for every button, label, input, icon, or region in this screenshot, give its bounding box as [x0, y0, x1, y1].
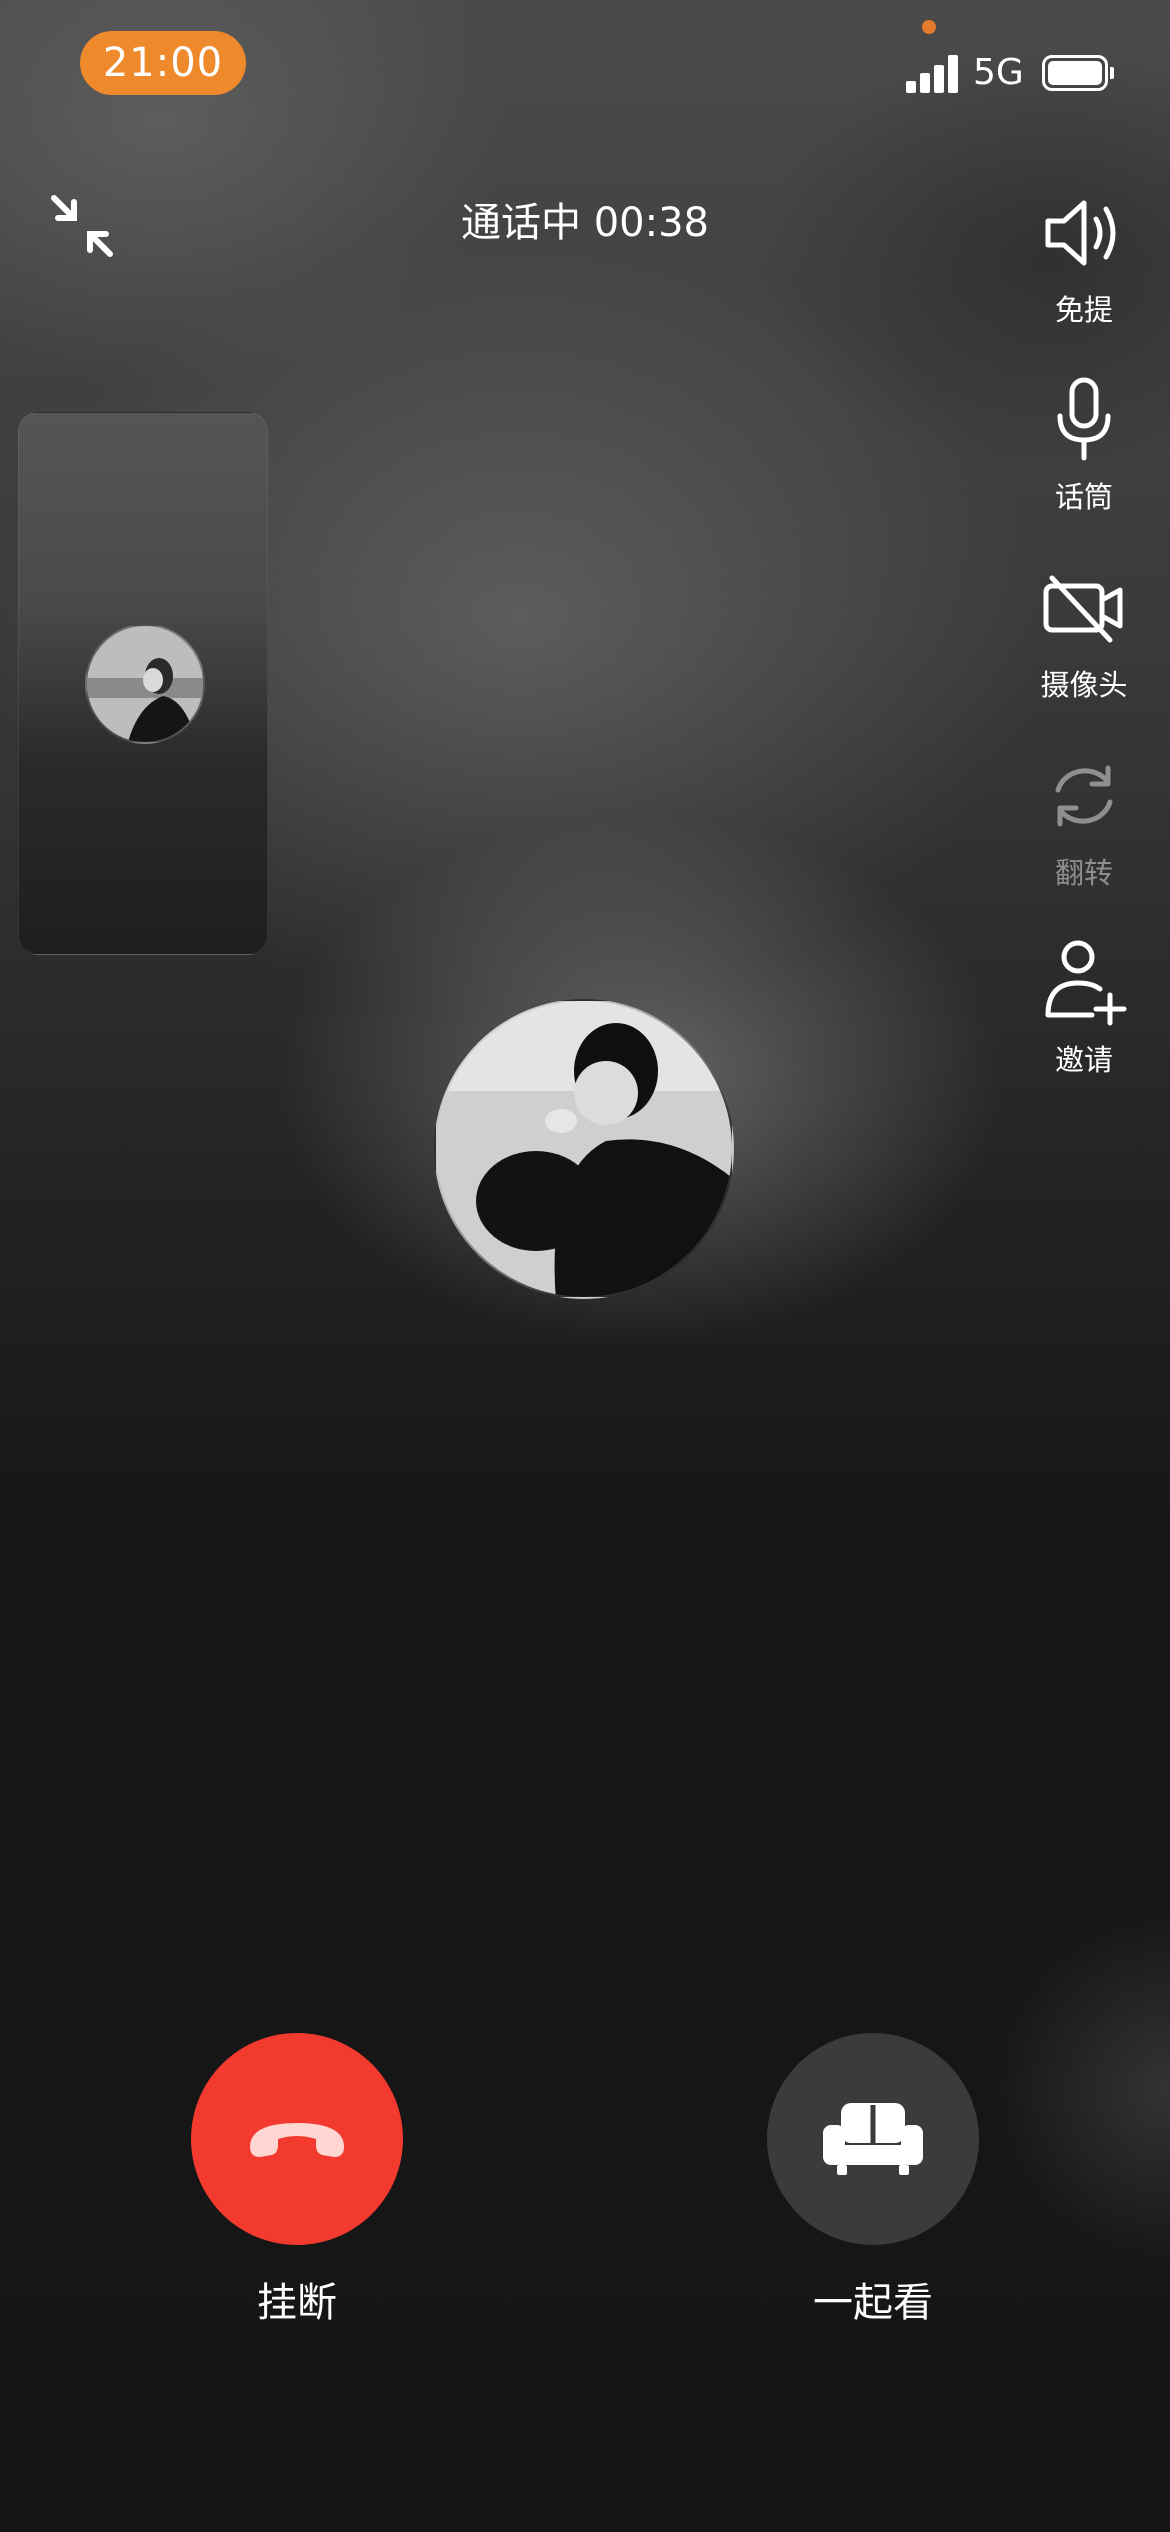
self-avatar-image — [87, 626, 203, 742]
self-avatar — [85, 624, 205, 744]
microphone-label: 话筒 — [1054, 480, 1113, 514]
speaker-icon — [1045, 200, 1116, 266]
add-user-icon — [1045, 940, 1127, 1026]
remote-avatar-image — [436, 1001, 732, 1297]
flip-camera-label: 翻转 — [1054, 856, 1113, 890]
hangup-phone-icon — [250, 2123, 344, 2157]
microphone-icon — [1057, 377, 1111, 461]
flip-camera-icon — [1055, 765, 1113, 827]
status-time-text: 21:00 — [102, 40, 224, 86]
watch-together-button[interactable] — [767, 2033, 979, 2245]
watch-together-label: 一起看 — [813, 2280, 933, 2326]
status-time: 21:00 — [80, 31, 246, 95]
remote-avatar — [434, 999, 734, 1299]
network-type: 5G — [973, 52, 1024, 93]
camera-button[interactable]: 摄像头 — [1022, 560, 1146, 704]
flip-camera-button[interactable]: 翻转 — [1022, 748, 1146, 892]
privacy-indicator-dot — [922, 20, 936, 34]
invite-label: 邀请 — [1054, 1043, 1113, 1077]
speaker-label: 免提 — [1054, 293, 1113, 327]
microphone-button[interactable]: 话筒 — [1022, 372, 1146, 516]
camera-off-icon — [1043, 575, 1123, 643]
signal-strength-icon — [906, 55, 960, 93]
camera-label: 摄像头 — [1040, 668, 1128, 702]
battery-icon — [1042, 55, 1114, 91]
speaker-button[interactable]: 免提 — [1022, 185, 1146, 329]
hangup-button[interactable] — [191, 2033, 403, 2245]
hangup-label: 挂断 — [257, 2280, 337, 2326]
invite-button[interactable]: 邀请 — [1022, 935, 1146, 1079]
self-preview-window[interactable] — [18, 412, 268, 955]
call-status-timer: 通话中 00:38 — [461, 200, 709, 246]
sofa-icon — [823, 2103, 923, 2175]
video-call-screen: 21:00 5G 通话中 00:38 免提 话筒 摄像头 翻转 邀请 挂断 一起… — [0, 0, 1170, 2532]
